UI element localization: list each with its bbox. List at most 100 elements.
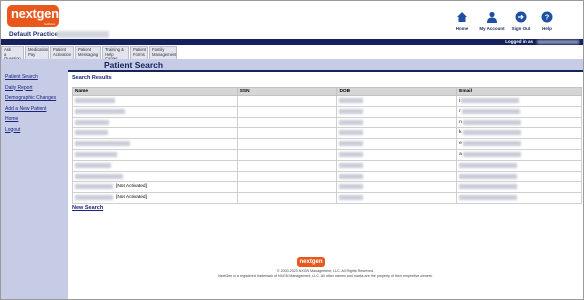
redacted-name bbox=[75, 141, 130, 147]
column-header-name[interactable]: Name bbox=[72, 87, 238, 96]
redacted-email bbox=[459, 162, 518, 168]
email-initial: e bbox=[459, 141, 462, 147]
table-row[interactable]: a bbox=[72, 148, 582, 161]
dob-cell bbox=[336, 181, 458, 194]
redacted-name bbox=[75, 195, 113, 201]
sidebar-item-demographic-changes[interactable]: Demographic Changes bbox=[5, 93, 68, 104]
table-row[interactable]: [Not Activated] bbox=[72, 192, 582, 204]
email-cell: n bbox=[456, 116, 582, 129]
dob-cell bbox=[336, 116, 458, 129]
table-row[interactable]: e bbox=[72, 138, 582, 150]
copyright-text: © 2000-2023 NXGN Management, LLC. All Ri… bbox=[276, 269, 375, 273]
redacted-email bbox=[459, 184, 518, 190]
column-header-dob[interactable]: DOB bbox=[336, 87, 458, 96]
table-row[interactable]: k bbox=[72, 127, 582, 140]
ssn-cell bbox=[236, 127, 338, 140]
name-cell[interactable] bbox=[72, 170, 238, 183]
redacted-email bbox=[461, 98, 520, 104]
header: nextgen healthcare Default Practice Home… bbox=[1, 1, 583, 39]
redacted-username bbox=[537, 40, 579, 44]
redacted-name bbox=[75, 119, 109, 125]
tab-line: Management bbox=[152, 51, 177, 57]
redacted-dob bbox=[339, 98, 364, 104]
redacted-email bbox=[462, 141, 521, 147]
help-icon: ? bbox=[541, 11, 553, 23]
tab-medication-pay[interactable]: Medication Pay bbox=[25, 46, 49, 59]
tab-training-help-center[interactable]: Training &Help Center bbox=[102, 46, 129, 61]
sidebar-item-logout[interactable]: Logout bbox=[5, 125, 68, 136]
trademark-text: NextGen is a registered trademark of NXG… bbox=[218, 274, 433, 278]
dob-cell bbox=[336, 159, 458, 172]
tab-line: Activation bbox=[53, 51, 72, 57]
email-cell bbox=[456, 170, 582, 183]
redacted-name bbox=[75, 98, 115, 104]
name-cell[interactable] bbox=[72, 95, 238, 107]
name-cell[interactable] bbox=[72, 148, 238, 161]
divider bbox=[68, 70, 583, 72]
dob-cell bbox=[336, 148, 458, 161]
name-cell[interactable] bbox=[72, 105, 238, 118]
help-button[interactable]: ? Help bbox=[530, 11, 564, 31]
table-row[interactable]: r bbox=[72, 105, 582, 118]
sidebar-item-add-new-patient[interactable]: Add a New Patient bbox=[5, 104, 68, 115]
email-cell bbox=[456, 181, 582, 194]
redacted-dob bbox=[339, 195, 364, 201]
name-cell[interactable] bbox=[72, 127, 238, 140]
app-window: nextgen healthcare Default Practice Home… bbox=[0, 0, 584, 300]
ssn-cell bbox=[236, 138, 338, 150]
home-nav-button[interactable]: Home bbox=[445, 11, 479, 31]
email-cell: j bbox=[456, 95, 582, 107]
dob-cell bbox=[336, 170, 458, 183]
table-row[interactable]: [Not Activated] bbox=[72, 181, 582, 194]
help-label: Help bbox=[542, 26, 552, 31]
sidebar: Patient Search Daily Report Demographic … bbox=[1, 59, 68, 299]
table-row[interactable] bbox=[72, 159, 582, 172]
ssn-cell bbox=[236, 181, 338, 194]
tab-ask-a-question[interactable]: Aska Question bbox=[1, 46, 24, 61]
email-cell: k bbox=[456, 127, 582, 140]
tab-patient-messaging[interactable]: Patient Messaging bbox=[75, 46, 101, 59]
practice-name: Default Practice bbox=[9, 31, 59, 38]
name-cell[interactable] bbox=[72, 116, 238, 129]
table-row[interactable]: j bbox=[72, 95, 582, 107]
name-cell[interactable]: [Not Activated] bbox=[72, 181, 238, 194]
tab-patient-activation[interactable]: Patient Activation bbox=[50, 46, 74, 59]
ssn-cell bbox=[236, 170, 338, 183]
redacted-name bbox=[75, 152, 117, 157]
sidebar-item-daily-report[interactable]: Daily Report bbox=[5, 83, 68, 94]
redacted-name bbox=[75, 130, 108, 136]
email-cell bbox=[456, 192, 582, 204]
sidebar-item-patient-search[interactable]: Patient Search bbox=[5, 72, 68, 83]
redacted-dob bbox=[339, 173, 364, 179]
results-heading: Search Results bbox=[72, 75, 112, 81]
column-header-email[interactable]: Email bbox=[456, 87, 582, 96]
sidebar-item-home[interactable]: Home bbox=[5, 114, 68, 125]
page-title: Patient Search bbox=[104, 60, 164, 70]
ssn-cell bbox=[236, 148, 338, 161]
redacted-practice-detail bbox=[57, 31, 109, 38]
logged-in-label: Logged in as bbox=[505, 39, 533, 44]
nextgen-logo[interactable]: nextgen healthcare bbox=[7, 5, 59, 27]
new-search-link[interactable]: New Search bbox=[72, 205, 103, 211]
logo-text: nextgen bbox=[11, 6, 59, 21]
dob-cell bbox=[336, 105, 458, 118]
sign-out-icon bbox=[515, 11, 527, 23]
dob-cell bbox=[336, 192, 458, 204]
table-row[interactable] bbox=[72, 170, 582, 183]
name-cell[interactable] bbox=[72, 138, 238, 150]
name-cell[interactable]: [Not Activated] bbox=[72, 192, 238, 204]
tab-line: Messaging bbox=[78, 51, 99, 57]
tab-family-management[interactable]: Family Management bbox=[149, 46, 177, 59]
redacted-dob bbox=[339, 162, 364, 168]
tab-patient-forms[interactable]: Patient Forms bbox=[130, 46, 148, 59]
email-cell: a bbox=[456, 148, 582, 161]
dob-cell bbox=[336, 138, 458, 150]
name-cell[interactable] bbox=[72, 159, 238, 172]
table-row[interactable]: n bbox=[72, 116, 582, 129]
activation-status: [Not Activated] bbox=[116, 184, 147, 190]
results-body: j r n k e a [Not Activated] [Not Activated] bbox=[72, 95, 582, 204]
user-icon bbox=[487, 11, 497, 23]
column-header-ssn[interactable]: SSN bbox=[236, 87, 338, 96]
redacted-dob bbox=[339, 184, 364, 190]
ssn-cell bbox=[236, 116, 338, 129]
